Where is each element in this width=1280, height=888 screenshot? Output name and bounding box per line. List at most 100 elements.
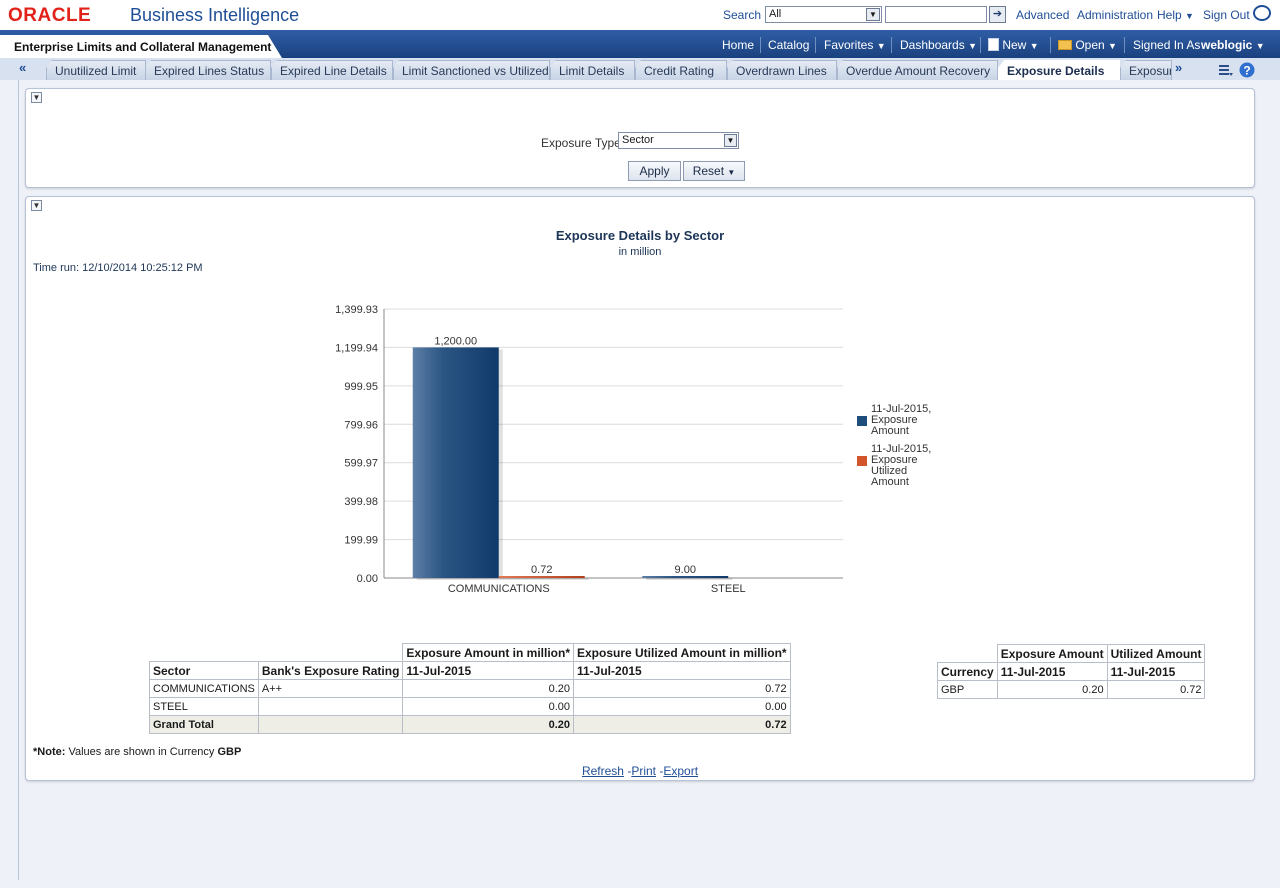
new-document-icon <box>988 38 999 51</box>
refresh-link[interactable]: Refresh <box>582 764 624 778</box>
exposure-type-select[interactable]: Sector ▼ <box>618 132 739 149</box>
tab-expired-line-details[interactable]: Expired Line Details <box>271 60 393 80</box>
app-title: Business Intelligence <box>130 5 300 25</box>
signed-in-label: Signed In As <box>1133 38 1201 52</box>
tab-expired-lines-status[interactable]: Expired Lines Status <box>145 60 271 80</box>
tab-overdue-amount-recovery[interactable]: Overdue Amount Recovery <box>837 60 998 80</box>
nav-new[interactable]: New ▼ <box>988 38 1039 52</box>
caret-down-icon: ▼ <box>727 168 736 177</box>
note-label: *Note: <box>33 746 66 758</box>
help-menu[interactable]: Help ▼ <box>1157 8 1194 22</box>
table-cell: 0.20 <box>996 680 1108 699</box>
user-menu[interactable]: weblogic ▼ <box>1201 38 1265 52</box>
nav-favorites-label: Favorites <box>824 38 874 52</box>
table-cell: STEEL <box>149 697 259 716</box>
nav-favorites[interactable]: Favorites ▼ <box>824 38 886 52</box>
arrow-right-icon: ➔ <box>992 8 1003 20</box>
exposure-type-value: Sector <box>622 134 654 146</box>
table-cell: A++ <box>257 679 404 698</box>
table-cell: 0.20 <box>402 679 574 698</box>
report-title: Exposure Details by Sector <box>555 228 725 243</box>
tab-exposure[interactable]: Exposure <box>1120 60 1172 80</box>
caret-down-icon: ▼ <box>1029 41 1039 51</box>
tab-unutilized-limit[interactable]: Unutilized Limit <box>46 60 146 80</box>
table-row: GBP 0.20 0.72 <box>937 680 1206 699</box>
tab-limit-details[interactable]: Limit Details <box>550 60 635 80</box>
administration-link[interactable]: Administration <box>1077 8 1153 22</box>
nav-separator <box>815 37 816 53</box>
group-header: Exposure Amount <box>996 644 1108 663</box>
note-currency: GBP <box>217 746 242 758</box>
table-corner <box>258 644 403 662</box>
nav-open-label: Open <box>1075 38 1105 52</box>
table-row: STEEL 0.00 0.00 <box>149 697 791 716</box>
svg-text:?: ? <box>1243 64 1250 78</box>
top-bar: ORACLE Business Intelligence Search All ▼… <box>0 0 1280 30</box>
search-input[interactable] <box>885 6 987 23</box>
time-run: Time run: 12/10/2014 10:25:12 PM <box>33 262 203 274</box>
reset-label: Reset <box>692 164 725 178</box>
export-link[interactable]: Export <box>663 764 698 778</box>
search-scope-value: All <box>769 8 782 20</box>
search-label: Search <box>723 8 762 22</box>
nav-dashboards[interactable]: Dashboards ▼ <box>900 38 977 52</box>
tabs-scroll-right-icon[interactable]: » <box>1175 60 1182 75</box>
column-header: 11-Jul-2015 <box>402 661 574 680</box>
group-header: Utilized Amount <box>1106 644 1206 663</box>
table-cell: 0.00 <box>402 697 574 716</box>
oracle-logo: ORACLE <box>8 5 92 26</box>
folder-icon <box>1058 40 1072 50</box>
advanced-link[interactable]: Advanced <box>1016 8 1069 22</box>
column-header: 11-Jul-2015 <box>996 662 1108 681</box>
help-icon[interactable]: ? <box>1239 62 1255 78</box>
tab-credit-rating[interactable]: Credit Rating <box>635 60 727 80</box>
reset-button[interactable]: Reset ▼ <box>683 161 745 181</box>
column-header: Sector <box>149 661 259 680</box>
caret-down-icon: ▼ <box>968 41 977 51</box>
group-header: Exposure Amount in million* <box>402 643 574 662</box>
table-cell: 0.00 <box>573 697 791 716</box>
page-options-icon[interactable] <box>1218 62 1234 78</box>
collapse-section-icon[interactable]: ▼ <box>31 200 42 211</box>
tabs-scroll-left-icon[interactable]: « <box>19 60 26 75</box>
search-go-button[interactable]: ➔ <box>989 6 1006 23</box>
tab-overdrawn-lines[interactable]: Overdrawn Lines <box>727 60 837 80</box>
table-cell: COMMUNICATIONS <box>149 679 259 698</box>
oracle-o-icon <box>1253 5 1271 21</box>
grand-total-row: Grand Total 0.20 0.72 <box>149 715 791 734</box>
nav-home[interactable]: Home <box>722 38 754 52</box>
chevron-down-icon: ▼ <box>866 8 880 21</box>
nav-separator <box>891 37 892 53</box>
exposure-type-label: Exposure Type <box>541 136 621 150</box>
nav-open[interactable]: Open ▼ <box>1058 38 1117 52</box>
collapse-section-icon[interactable]: ▼ <box>31 92 42 103</box>
caret-down-icon: ▼ <box>876 41 886 51</box>
caret-down-icon: ▼ <box>1255 41 1265 51</box>
search-scope-select[interactable]: All ▼ <box>765 6 882 23</box>
print-link[interactable]: Print <box>631 764 656 778</box>
caret-down-icon: ▼ <box>1185 11 1194 21</box>
table-corner <box>938 645 998 663</box>
exposure-table: Exposure Amount in million* Exposure Uti… <box>149 643 791 734</box>
column-header: Bank's Exposure Rating <box>257 661 404 680</box>
table-cell: 0.72 <box>573 715 791 734</box>
group-header: Exposure Utilized Amount in million* <box>573 643 791 662</box>
apply-button[interactable]: Apply <box>628 161 681 181</box>
table-cell: 0.72 <box>573 679 791 698</box>
tab-limit-sanctioned-vs-utilized[interactable]: Limit Sanctioned vs Utilized <box>393 60 550 80</box>
nav-dashboards-label: Dashboards <box>900 38 965 52</box>
nav-separator <box>1050 37 1051 53</box>
table-corner <box>150 644 259 662</box>
tab-exposure-details[interactable]: Exposure Details <box>998 60 1120 80</box>
help-label: Help <box>1157 8 1182 22</box>
column-header: 11-Jul-2015 <box>573 661 791 680</box>
caret-down-icon: ▼ <box>1108 41 1117 51</box>
user-name: weblogic <box>1201 38 1253 52</box>
nav-separator <box>760 37 761 53</box>
column-header: 11-Jul-2015 <box>1106 662 1206 681</box>
sign-out-link[interactable]: Sign Out <box>1203 8 1250 22</box>
table-cell: Grand Total <box>149 715 259 734</box>
nav-catalog[interactable]: Catalog <box>768 38 809 52</box>
table-cell: 0.20 <box>402 715 574 734</box>
table-cell: 0.72 <box>1106 680 1206 699</box>
